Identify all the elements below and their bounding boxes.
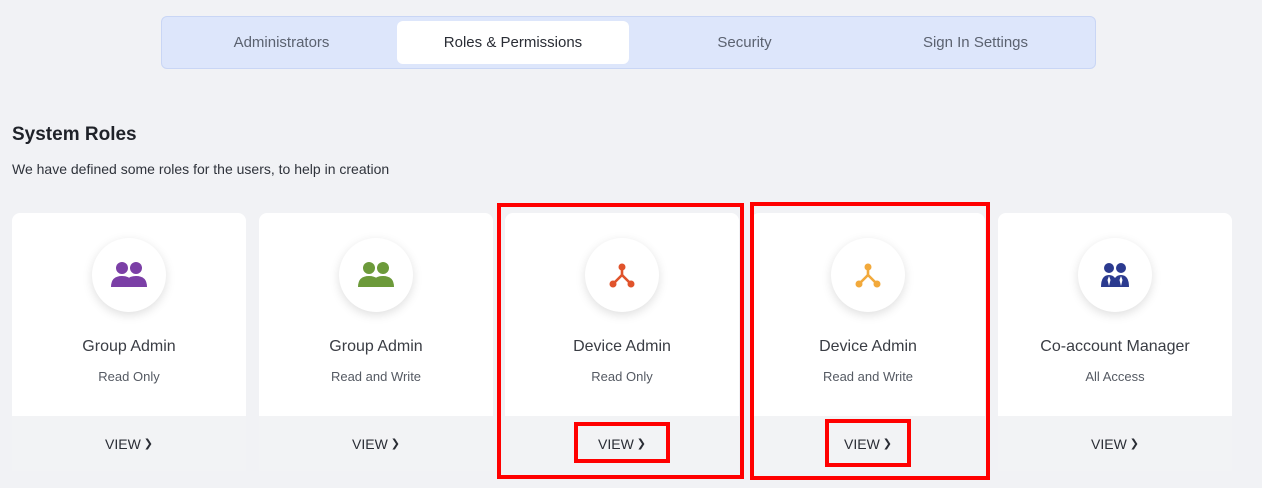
section-subtitle: We have defined some roles for the users… bbox=[12, 161, 390, 177]
chevron-right-icon: ❯ bbox=[143, 438, 153, 450]
tab-sign-in-settings[interactable]: Sign In Settings bbox=[860, 21, 1091, 64]
group-icon bbox=[358, 262, 394, 287]
role-icon-container bbox=[1078, 238, 1152, 312]
role-icon-container bbox=[339, 238, 413, 312]
tab-administrators[interactable]: Administrators bbox=[166, 21, 397, 64]
chevron-right-icon: ❯ bbox=[1129, 438, 1139, 450]
role-icon-container bbox=[92, 238, 166, 312]
role-card-group-admin-read-write: Group Admin Read and Write VIEW ❯ bbox=[259, 213, 493, 471]
view-button[interactable]: VIEW ❯ bbox=[998, 416, 1232, 471]
highlight-box-view-button-4 bbox=[825, 419, 911, 467]
role-access-level: Read and Write bbox=[330, 369, 422, 384]
business-users-icon bbox=[1101, 263, 1129, 287]
view-label: VIEW bbox=[1091, 435, 1127, 452]
role-name: Group Admin bbox=[329, 338, 423, 355]
card-footer: VIEW ❯ bbox=[12, 416, 246, 471]
role-name: Co-account Manager bbox=[1040, 338, 1190, 355]
chevron-right-icon: ❯ bbox=[390, 438, 400, 450]
view-button[interactable]: VIEW ❯ bbox=[12, 416, 246, 471]
tab-security[interactable]: Security bbox=[629, 21, 860, 64]
view-label: VIEW bbox=[105, 435, 141, 452]
card-footer: VIEW ❯ bbox=[259, 416, 493, 471]
group-icon bbox=[111, 262, 147, 287]
role-access-level: All Access bbox=[1085, 369, 1145, 384]
role-name: Group Admin bbox=[82, 338, 176, 355]
card-footer: VIEW ❯ bbox=[998, 416, 1232, 471]
section-title: System Roles bbox=[12, 124, 137, 145]
tab-roles-permissions[interactable]: Roles & Permissions bbox=[397, 21, 629, 64]
role-card-co-account-manager: Co-account Manager All Access VIEW ❯ bbox=[998, 213, 1232, 471]
highlight-box-view-button-3 bbox=[574, 422, 670, 463]
view-label: VIEW bbox=[352, 435, 388, 452]
settings-tab-bar: Administrators Roles & Permissions Secur… bbox=[161, 16, 1096, 69]
view-button[interactable]: VIEW ❯ bbox=[259, 416, 493, 471]
role-card-group-admin-read-only: Group Admin Read Only VIEW ❯ bbox=[12, 213, 246, 471]
role-access-level: Read Only bbox=[98, 369, 160, 384]
